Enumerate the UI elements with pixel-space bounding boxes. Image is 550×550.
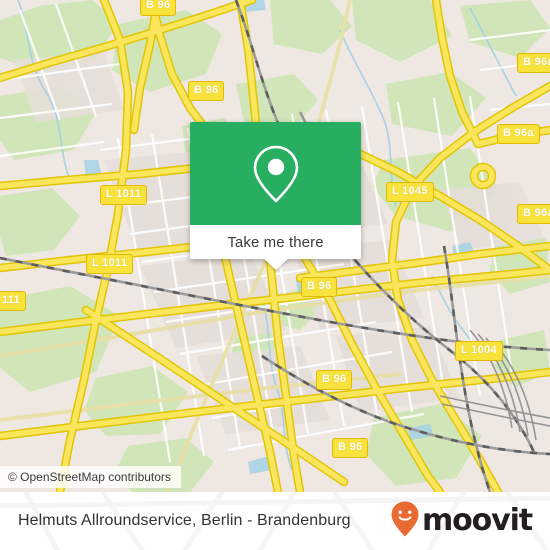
- map-pin-icon: [250, 143, 302, 205]
- road-shield: B 96a: [517, 204, 550, 224]
- map-canvas[interactable]: B 96 B 96 B 96a B 96a L 1045 B 96a L 101…: [0, 0, 550, 492]
- road-shield: L 1045: [386, 182, 434, 202]
- road-shield: B 96: [188, 81, 225, 101]
- road-shield: L 1011: [100, 185, 148, 205]
- moovit-wordmark: moovit: [421, 503, 533, 538]
- osm-attribution[interactable]: © OpenStreetMap contributors: [0, 466, 181, 488]
- road-shield: B 96: [301, 277, 338, 297]
- place-title: Helmuts Allroundservice, Berlin - Brande…: [18, 492, 351, 550]
- road-shield: 111: [0, 291, 27, 311]
- popup-header: [190, 122, 361, 225]
- place-title-text: Helmuts Allroundservice, Berlin - Brande…: [18, 512, 351, 529]
- popup-tail: [262, 258, 289, 270]
- take-me-there-label: Take me there: [227, 233, 324, 251]
- osm-attribution-text: © OpenStreetMap contributors: [8, 470, 171, 484]
- moovit-logo[interactable]: moovit: [390, 492, 533, 550]
- road-shield: B 96a: [517, 53, 550, 73]
- footer-bar: Helmuts Allroundservice, Berlin - Brande…: [0, 492, 550, 550]
- moovit-smiley-pin-icon: [390, 500, 420, 543]
- road-shield: L 1004: [455, 341, 503, 361]
- road-shield: B 96: [332, 438, 369, 458]
- take-me-there-popup[interactable]: Take me there: [190, 122, 361, 270]
- road-shield: B 96a: [497, 124, 540, 144]
- moovit-map-screenshot: B 96 B 96 B 96a B 96a L 1045 B 96a L 101…: [0, 0, 550, 550]
- road-shield: B 96: [140, 0, 177, 16]
- road-shield: L 1011: [86, 254, 134, 274]
- road-shield: B 96: [316, 370, 353, 390]
- popup-footer[interactable]: Take me there: [190, 225, 361, 270]
